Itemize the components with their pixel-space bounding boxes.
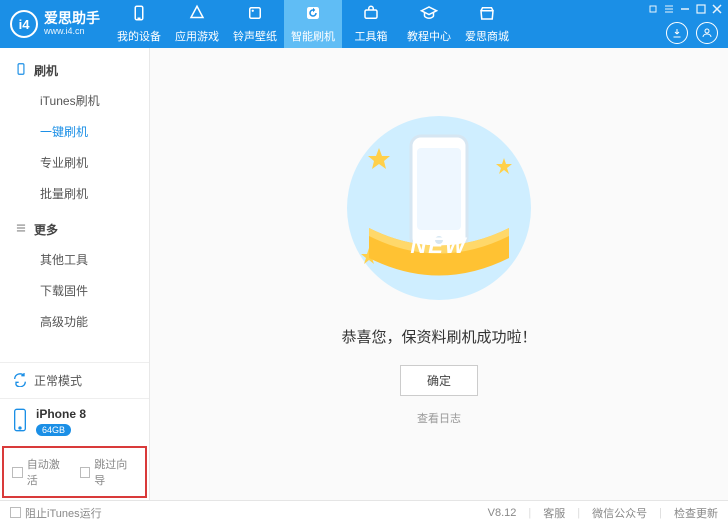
side-item-download-firmware[interactable]: 下载固件 [0,275,149,306]
tab-flash[interactable]: 智能刷机 [284,0,342,48]
side-group-title: 更多 [34,221,58,238]
phone-icon [130,4,148,25]
tab-label: 爱思商城 [465,28,509,44]
flash-options-highlight: 自动激活 跳过向导 [2,446,147,498]
side-item-advanced[interactable]: 高级功能 [0,306,149,337]
minimize-icon[interactable] [680,4,690,14]
side-group-flash[interactable]: 刷机 [0,56,149,85]
tab-label: 教程中心 [407,28,451,44]
skin-icon[interactable] [648,4,658,14]
separator: | [659,507,662,519]
wallpaper-icon [246,4,264,25]
app-url: www.i4.cn [44,27,100,37]
checkbox-label: 跳过向导 [94,456,137,488]
status-bar: 阻止iTunes运行 V8.12 | 客服 | 微信公众号 | 检查更新 [0,500,728,524]
graduation-icon [420,4,438,25]
checkbox-icon [10,507,21,518]
checkbox-label: 自动激活 [27,456,70,488]
new-badge-text: NEW [410,233,468,258]
side-item-batch-flash[interactable]: 批量刷机 [0,178,149,209]
checkbox-icon [12,467,23,478]
store-icon [478,4,496,25]
tab-ringtones[interactable]: 铃声壁纸 [226,0,284,48]
side-item-other-tools[interactable]: 其他工具 [0,244,149,275]
app-header: i4 爱思助手 www.i4.cn 我的设备 应用游戏 铃声壁纸 智能刷机 工具… [0,0,728,48]
appstore-icon [188,4,206,25]
support-link[interactable]: 客服 [543,505,565,521]
iphone-icon [12,408,28,435]
tab-label: 应用游戏 [175,28,219,44]
tab-label: 我的设备 [117,28,161,44]
header-actions [666,22,718,44]
side-group-more[interactable]: 更多 [0,215,149,244]
separator: | [577,507,580,519]
list-icon [14,221,28,238]
update-link[interactable]: 检查更新 [674,505,718,521]
tab-store[interactable]: 爱思商城 [458,0,516,48]
maximize-icon[interactable] [696,4,706,14]
tab-label: 智能刷机 [291,28,335,44]
version-label: V8.12 [488,507,517,519]
tab-toolbox[interactable]: 工具箱 [342,0,400,48]
side-item-pro-flash[interactable]: 专业刷机 [0,147,149,178]
device-storage-badge: 64GB [36,424,71,436]
download-button[interactable] [666,22,688,44]
content-pane: NEW 恭喜您，保资料刷机成功啦！ 确定 查看日志 [150,48,728,500]
main-tabs: 我的设备 应用游戏 铃声壁纸 智能刷机 工具箱 教程中心 爱思商城 [110,0,516,48]
logo-text: 爱思助手 www.i4.cn [44,11,100,36]
logo-mark: i4 [10,10,38,38]
flash-icon [14,62,28,79]
account-button[interactable] [696,22,718,44]
refresh-icon [304,4,322,25]
checkbox-icon [80,467,91,478]
menu-icon[interactable] [664,4,674,14]
tab-label: 工具箱 [355,28,388,44]
separator: | [528,507,531,519]
checkbox-auto-activate[interactable]: 自动激活 [12,456,70,488]
window-controls [648,4,722,16]
device-mode-status[interactable]: 正常模式 [0,362,149,398]
success-message: 恭喜您，保资料刷机成功啦！ [341,326,536,347]
checkbox-block-itunes[interactable]: 阻止iTunes运行 [10,505,102,521]
device-mode-label: 正常模式 [34,372,82,389]
close-icon[interactable] [712,4,722,14]
side-item-oneclick-flash[interactable]: 一键刷机 [0,116,149,147]
tab-label: 铃声壁纸 [233,28,277,44]
app-logo: i4 爱思助手 www.i4.cn [0,0,110,48]
success-illustration: NEW [329,108,549,308]
connected-device[interactable]: iPhone 8 64GB [0,398,149,444]
tab-tutorials[interactable]: 教程中心 [400,0,458,48]
sidebar: 刷机 iTunes刷机 一键刷机 专业刷机 批量刷机 更多 其他工具 下载固件 … [0,48,150,500]
device-info: iPhone 8 64GB [36,407,86,436]
app-title: 爱思助手 [44,11,100,26]
wechat-link[interactable]: 微信公众号 [592,505,647,521]
checkbox-skip-wizard[interactable]: 跳过向导 [80,456,138,488]
tab-apps[interactable]: 应用游戏 [168,0,226,48]
side-group-title: 刷机 [34,62,58,79]
tab-my-device[interactable]: 我的设备 [110,0,168,48]
side-item-itunes-flash[interactable]: iTunes刷机 [0,85,149,116]
main-area: 刷机 iTunes刷机 一键刷机 专业刷机 批量刷机 更多 其他工具 下载固件 … [0,48,728,500]
confirm-button[interactable]: 确定 [400,365,478,396]
checkbox-label: 阻止iTunes运行 [25,505,102,521]
status-bar-right: V8.12 | 客服 | 微信公众号 | 检查更新 [488,505,718,521]
view-log-link[interactable]: 查看日志 [417,410,461,426]
toolbox-icon [362,4,380,25]
sync-icon [12,371,28,390]
device-name: iPhone 8 [36,407,86,421]
